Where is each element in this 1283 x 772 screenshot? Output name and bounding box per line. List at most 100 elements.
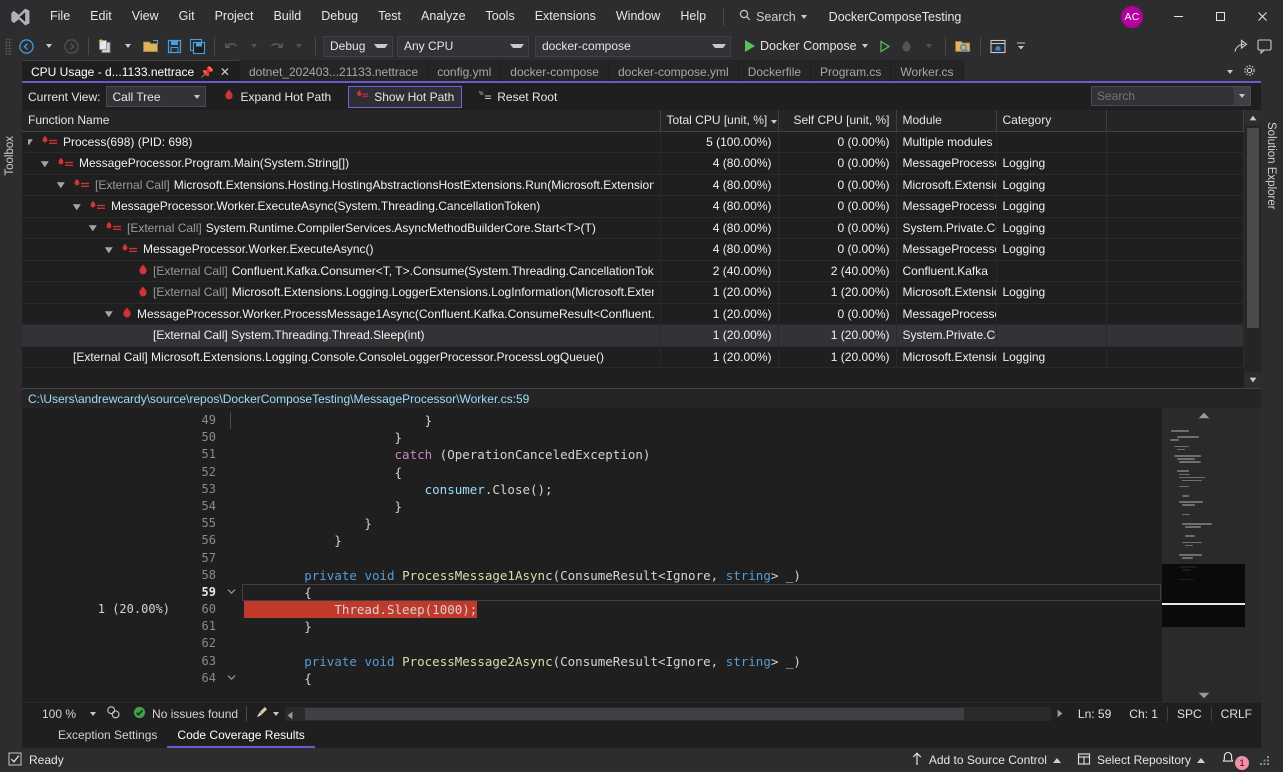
tab-list-dropdown-icon[interactable] bbox=[1227, 70, 1233, 74]
minimap-scroll-up-icon[interactable] bbox=[1162, 408, 1245, 422]
scroll-right-arrow-icon[interactable] bbox=[1057, 707, 1069, 721]
editor-minimap[interactable] bbox=[1161, 408, 1245, 702]
expand-collapse-icon[interactable] bbox=[108, 309, 117, 318]
chevron-up-icon[interactable] bbox=[1197, 758, 1205, 763]
navigate-forward-icon[interactable] bbox=[60, 35, 83, 58]
code-line[interactable]: } bbox=[242, 618, 1161, 635]
save-icon[interactable] bbox=[163, 35, 186, 58]
search-in-files-icon[interactable] bbox=[951, 35, 975, 58]
document-tab-strip[interactable]: CPU Usage - d...1133.nettrace 📌 ✕ dotnet… bbox=[22, 60, 1261, 83]
save-all-icon[interactable] bbox=[186, 35, 209, 58]
code-line[interactable]: } bbox=[242, 515, 1161, 532]
chevron-down-icon[interactable] bbox=[90, 712, 96, 716]
tab-code-coverage-results[interactable]: Code Coverage Results bbox=[167, 725, 314, 748]
fold-collapse-icon[interactable] bbox=[220, 670, 242, 687]
menu-bar[interactable]: File Edit View Git Project Build Debug T… bbox=[40, 0, 716, 33]
call-tree-vertical-scrollbar[interactable] bbox=[1244, 110, 1261, 388]
code-line[interactable]: { bbox=[242, 584, 1161, 601]
table-row[interactable]: MessageProcessor.Worker.ExecuteAsync()4 … bbox=[22, 239, 1244, 261]
redo-dropdown-icon[interactable] bbox=[288, 35, 310, 58]
avatar[interactable]: AC bbox=[1121, 6, 1143, 28]
line-indicator[interactable]: Ln: 59 bbox=[1069, 707, 1120, 721]
scroll-up-arrow-icon[interactable] bbox=[1245, 110, 1261, 126]
scroll-down-arrow-icon[interactable] bbox=[1245, 372, 1261, 388]
toolbox-dock-tab[interactable]: Toolbox bbox=[0, 60, 22, 748]
menu-item-debug[interactable]: Debug bbox=[311, 0, 368, 33]
show-hot-path-button[interactable]: Show Hot Path bbox=[348, 86, 462, 108]
live-share-icon[interactable] bbox=[1229, 35, 1253, 58]
table-row[interactable]: MessageProcessor.Worker.ProcessMessage1A… bbox=[22, 303, 1244, 325]
code-line[interactable] bbox=[242, 550, 1161, 567]
minimap-scroll-down-icon[interactable] bbox=[1162, 688, 1245, 702]
code-line[interactable]: } bbox=[242, 532, 1161, 549]
table-row[interactable]: [External Call] System.Threading.Thread.… bbox=[22, 325, 1244, 347]
start-without-debugging-icon[interactable] bbox=[874, 35, 896, 58]
code-line[interactable]: { bbox=[242, 670, 1161, 687]
code-line[interactable] bbox=[242, 635, 1161, 652]
new-item-dropdown-icon[interactable] bbox=[117, 35, 139, 58]
toolbar-grip[interactable] bbox=[5, 38, 12, 55]
doc-tab-worker-cs[interactable]: Worker.cs bbox=[891, 60, 963, 83]
expand-collapse-icon[interactable] bbox=[92, 223, 101, 232]
doc-tab-docker-compose-yml[interactable]: docker-compose.yml bbox=[609, 60, 739, 83]
menu-item-file[interactable]: File bbox=[40, 0, 80, 33]
expand-hot-path-button[interactable]: Expand Hot Path bbox=[216, 86, 338, 108]
new-item-icon[interactable] bbox=[94, 35, 117, 58]
table-row[interactable]: MessageProcessor.Worker.ExecuteAsync(Sys… bbox=[22, 196, 1244, 218]
close-button[interactable] bbox=[1241, 0, 1283, 33]
scroll-left-arrow-icon[interactable] bbox=[287, 709, 293, 723]
column-header-function-name[interactable]: Function Name bbox=[22, 110, 660, 131]
menu-item-view[interactable]: View bbox=[122, 0, 169, 33]
table-row[interactable]: MessageProcessor.Program.Main(System.Str… bbox=[22, 153, 1244, 175]
table-row[interactable]: [External Call] Microsoft.Extensions.Log… bbox=[22, 282, 1244, 304]
code-line[interactable]: } bbox=[242, 429, 1161, 446]
resize-grip-icon[interactable] bbox=[1253, 748, 1275, 772]
start-debugging-button[interactable]: Docker Compose bbox=[739, 35, 874, 58]
code-editor[interactable]: 1 (20.00%) 49505152535455565758596061626… bbox=[22, 408, 1261, 702]
table-row[interactable]: [External Call] Confluent.Kafka.Consumer… bbox=[22, 260, 1244, 282]
column-header-category[interactable]: Category bbox=[996, 110, 1106, 131]
select-repository-button[interactable]: Select Repository bbox=[1069, 748, 1213, 772]
startup-project-select[interactable]: docker-compose bbox=[535, 36, 731, 57]
issues-indicator[interactable]: No issues found bbox=[133, 706, 238, 722]
hot-reload-icon[interactable] bbox=[896, 35, 918, 58]
current-view-select[interactable]: Call Tree bbox=[106, 86, 206, 107]
code-line[interactable]: Thread.Sleep(1000); bbox=[242, 601, 1161, 618]
open-file-icon[interactable] bbox=[139, 35, 163, 58]
line-ending-indicator[interactable]: CRLF bbox=[1211, 707, 1261, 721]
solution-configuration-select[interactable]: Debug bbox=[323, 36, 393, 57]
redo-icon[interactable] bbox=[265, 35, 288, 58]
menu-item-help[interactable]: Help bbox=[670, 0, 716, 33]
column-header-module[interactable]: Module bbox=[896, 110, 996, 131]
code-line[interactable]: consumer.Close(); bbox=[242, 481, 1161, 498]
expand-collapse-icon[interactable] bbox=[44, 159, 53, 168]
tool-window-tab-strip[interactable]: Exception Settings Code Coverage Results bbox=[22, 724, 1261, 748]
column-indicator[interactable]: Ch: 1 bbox=[1120, 707, 1167, 721]
doc-tab-nettrace[interactable]: dotnet_202403...21133.nettrace bbox=[240, 60, 428, 83]
editor-right-rail[interactable] bbox=[1245, 408, 1261, 702]
accessibility-icon[interactable] bbox=[106, 705, 121, 723]
menu-item-test[interactable]: Test bbox=[368, 0, 411, 33]
code-line[interactable]: { bbox=[242, 464, 1161, 481]
expand-collapse-icon[interactable] bbox=[28, 137, 37, 146]
chevron-down-icon[interactable] bbox=[862, 44, 868, 48]
menu-item-git[interactable]: Git bbox=[169, 0, 205, 33]
chevron-down-icon[interactable] bbox=[712, 44, 726, 48]
global-search[interactable]: Search bbox=[731, 6, 815, 28]
chevron-down-icon[interactable] bbox=[374, 44, 388, 48]
notifications-button[interactable]: 1 bbox=[1213, 748, 1253, 772]
scrollbar-thumb[interactable] bbox=[1247, 128, 1259, 328]
table-row[interactable]: [External Call] Microsoft.Extensions.Hos… bbox=[22, 174, 1244, 196]
feedback-icon[interactable] bbox=[1253, 35, 1277, 58]
table-row[interactable]: [External Call] Microsoft.Extensions.Log… bbox=[22, 346, 1244, 368]
code-line[interactable]: private void ProcessMessage2Async(Consum… bbox=[242, 653, 1161, 670]
search-dropdown-icon[interactable] bbox=[1234, 87, 1250, 105]
code-line[interactable]: } bbox=[242, 412, 1161, 429]
hot-reload-dropdown-icon[interactable] bbox=[918, 35, 940, 58]
solution-explorer-dock-tab[interactable]: Solution Explorer bbox=[1261, 60, 1283, 748]
minimize-button[interactable] bbox=[1157, 0, 1199, 33]
column-header-total-cpu[interactable]: Total CPU [unit, %] bbox=[660, 110, 778, 131]
toolbar-overflow-icon[interactable] bbox=[1010, 35, 1032, 58]
doc-tab-dockerfile[interactable]: Dockerfile bbox=[739, 60, 811, 83]
code-cleanup-button[interactable] bbox=[255, 705, 279, 722]
